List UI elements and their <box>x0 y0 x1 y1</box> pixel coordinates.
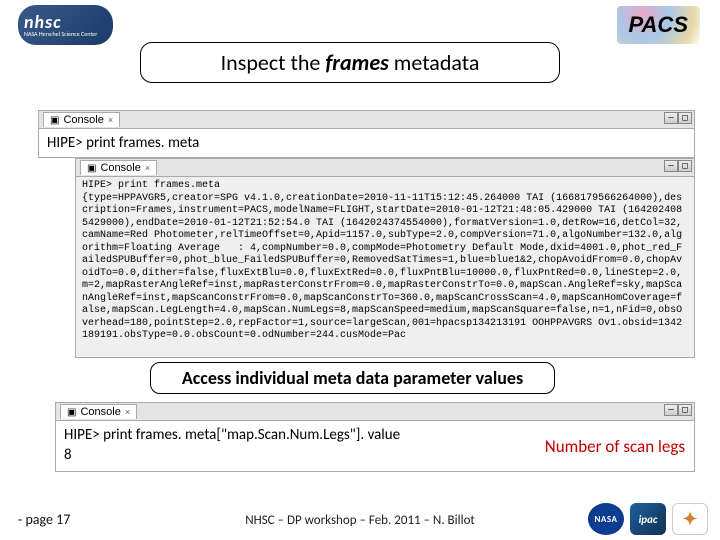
ipac-logo-icon <box>630 503 666 535</box>
console-tab-label: Console <box>80 406 120 418</box>
console-header: Console × – □ <box>56 403 694 421</box>
maximize-icon[interactable]: □ <box>678 160 692 172</box>
console-tab-label: Console <box>100 162 140 174</box>
nhsc-logo: nhsc NASA Herschel Science Center <box>18 5 113 45</box>
console-panel-2: Console × – □ HIPE> print frames.meta {t… <box>75 158 695 358</box>
prompt: HIPE> <box>47 134 83 152</box>
close-icon[interactable]: × <box>145 163 150 173</box>
title-em: frames <box>325 49 388 76</box>
title-pre: Inspect the <box>221 49 326 76</box>
prompt: HIPE> <box>64 426 100 444</box>
result-value: 8 <box>64 446 72 464</box>
console-tab-label: Console <box>63 114 103 126</box>
close-icon[interactable]: × <box>125 407 130 417</box>
minimize-icon[interactable]: – <box>664 160 678 172</box>
maximize-icon[interactable]: □ <box>678 112 692 124</box>
console-tab[interactable]: Console × <box>80 160 157 175</box>
nhsc-logo-text: nhsc <box>24 13 107 31</box>
close-icon[interactable]: × <box>108 115 113 125</box>
minimize-icon[interactable]: – <box>664 112 678 124</box>
maximize-icon[interactable]: □ <box>678 404 692 416</box>
annotation-label: Number of scan legs <box>545 436 685 457</box>
page-title: Inspect the frames metadata <box>140 42 560 83</box>
console-output[interactable]: HIPE> print frames.meta {type=HPPAVGR5,c… <box>76 177 694 357</box>
pacs-badge: PACS <box>617 6 701 44</box>
caltech-logo-icon <box>672 503 708 535</box>
console-header: Console × – □ <box>39 111 694 129</box>
command-text: print frames. meta <box>83 134 200 152</box>
console-tab[interactable]: Console × <box>43 112 120 127</box>
footer-logos <box>588 503 708 535</box>
nasa-logo-icon <box>588 503 624 535</box>
console-panel-1: Console × – □ HIPE> print frames. meta <box>38 110 695 158</box>
window-buttons: – □ <box>664 404 692 416</box>
window-buttons: – □ <box>664 160 692 172</box>
command-text: print frames. meta["map.Scan.Num.Legs"].… <box>100 426 400 444</box>
section-subtitle: Access individual meta data parameter va… <box>150 362 555 394</box>
console-tab[interactable]: Console × <box>60 404 137 419</box>
window-buttons: – □ <box>664 112 692 124</box>
console-input[interactable]: HIPE> print frames. meta <box>39 129 694 157</box>
nhsc-logo-subtext: NASA Herschel Science Center <box>24 31 107 38</box>
title-post: metadata <box>389 49 480 76</box>
console-header: Console × – □ <box>76 159 694 177</box>
minimize-icon[interactable]: – <box>664 404 678 416</box>
